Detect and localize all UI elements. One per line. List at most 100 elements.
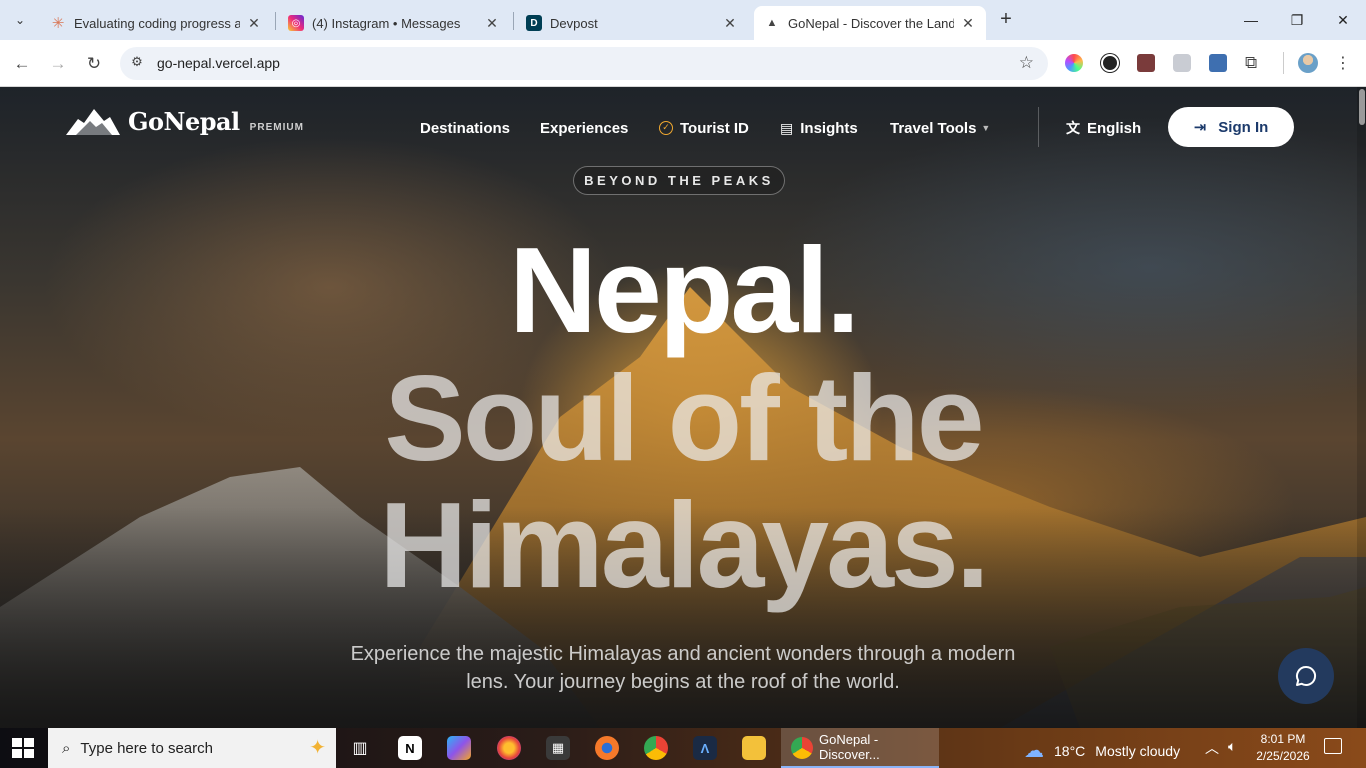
sign-in-label: Sign In bbox=[1218, 118, 1269, 136]
language-selector[interactable]: 文 English bbox=[1066, 117, 1141, 139]
extensions-puzzle-icon[interactable]: ⧉ bbox=[1245, 54, 1263, 72]
clock-time: 8:01 PM bbox=[1260, 732, 1306, 746]
back-button[interactable]: ← bbox=[8, 50, 36, 78]
active-window-title: GoNepal - Discover... bbox=[819, 732, 880, 762]
nav-label: Destinations bbox=[420, 119, 511, 137]
tab-devpost[interactable]: D Devpost ✕ bbox=[516, 6, 748, 40]
mountain-logo-icon bbox=[66, 109, 120, 135]
notion-icon[interactable]: N bbox=[398, 736, 422, 760]
chat-bubble-icon bbox=[1296, 665, 1317, 686]
weather-desc: Mostly cloudy bbox=[1095, 742, 1181, 759]
chrome-icon[interactable] bbox=[644, 736, 668, 760]
nav-tourist-id[interactable]: ✓ Tourist ID bbox=[659, 117, 749, 139]
tab-title: Devpost bbox=[550, 15, 598, 31]
weather-temp: 18°C bbox=[1054, 742, 1086, 759]
nav-experiences[interactable]: Experiences bbox=[540, 117, 628, 139]
address-bar[interactable]: ⚙ go-nepal.vercel.app ☆ bbox=[120, 47, 1048, 80]
hero-eyebrow-pill: BEYOND THE PEAKS bbox=[573, 166, 785, 195]
task-view-icon[interactable]: ▥ bbox=[348, 736, 372, 760]
devpost-icon: D bbox=[526, 15, 542, 31]
tab-title: (4) Instagram • Messages bbox=[312, 15, 461, 31]
minimize-button[interactable]: — bbox=[1228, 6, 1274, 34]
close-tab-icon[interactable]: ✕ bbox=[722, 15, 738, 32]
search-icon: ⌕ bbox=[62, 739, 71, 757]
browser-menu-icon[interactable]: ⋮ bbox=[1329, 50, 1357, 78]
newspaper-icon: ▤ bbox=[780, 119, 794, 136]
windows-start-icon[interactable] bbox=[12, 738, 34, 758]
restore-button[interactable]: ❐ bbox=[1274, 6, 1320, 34]
notification-center-icon[interactable] bbox=[1324, 738, 1342, 754]
tab-divider bbox=[275, 12, 276, 30]
weather-widget[interactable]: ☁ 18°C Mostly cloudy bbox=[1024, 738, 1180, 763]
chat-button[interactable] bbox=[1278, 648, 1334, 704]
close-window-button[interactable]: ✕ bbox=[1320, 6, 1366, 34]
chrome-icon bbox=[791, 737, 813, 759]
chevron-down-icon: ▼ bbox=[981, 123, 991, 133]
color-extension-icon[interactable] bbox=[1065, 54, 1083, 72]
nav-travel-tools[interactable]: Travel Tools ▼ bbox=[890, 117, 990, 139]
cube-extension-icon[interactable] bbox=[1209, 54, 1227, 72]
nav-label: Experiences bbox=[540, 119, 629, 137]
profile-avatar[interactable] bbox=[1298, 53, 1318, 73]
site-settings-icon[interactable]: ⚙ bbox=[128, 54, 146, 72]
scrollbar-thumb[interactable] bbox=[1359, 89, 1365, 125]
taskbar-active-chrome-window[interactable]: GoNepal - Discover... bbox=[781, 728, 939, 768]
hero-subtitle: Experience the majestic Himalayas and an… bbox=[350, 643, 1016, 693]
url-text: go-nepal.vercel.app bbox=[157, 55, 280, 71]
tab-title: Evaluating coding progress as a bbox=[74, 15, 240, 31]
close-tab-icon[interactable]: ✕ bbox=[246, 15, 262, 32]
file-explorer-icon[interactable] bbox=[742, 736, 766, 760]
browser-toolbar: ← → ↻ ⚙ go-nepal.vercel.app ☆ ⧉ ⋮ bbox=[0, 40, 1366, 87]
cloudy-weather-icon: ☁ bbox=[1024, 740, 1044, 762]
nav-label: Tourist ID bbox=[680, 119, 749, 137]
tab-instagram[interactable]: ◎ (4) Instagram • Messages ✕ bbox=[278, 6, 510, 40]
volume-icon[interactable]: 🔈︎ bbox=[1228, 738, 1236, 755]
reload-button[interactable]: ↻ bbox=[80, 50, 108, 78]
calendar-app-icon[interactable]: ▦ bbox=[546, 736, 570, 760]
tray-overflow-icon[interactable]: ︿ bbox=[1205, 738, 1219, 758]
tab-divider bbox=[513, 12, 514, 30]
sign-in-button[interactable]: ⇥ Sign In bbox=[1168, 107, 1294, 147]
system-clock[interactable]: 8:01 PM 2/25/2026 bbox=[1248, 731, 1318, 765]
language-label: English bbox=[1087, 119, 1142, 137]
shield-extension-icon[interactable] bbox=[1173, 54, 1191, 72]
nav-insights[interactable]: ▤ Insights bbox=[780, 117, 858, 139]
hero-section: GoNepal PREMIUM Destinations Experiences… bbox=[0, 87, 1366, 728]
windows-taskbar: ⌕ Type here to search ✦ ▥ N ▦ Λ GoNepal … bbox=[0, 728, 1366, 768]
new-tab-button[interactable]: + bbox=[994, 8, 1018, 32]
toolbar-divider bbox=[1283, 52, 1284, 74]
hero-title-line-3: Himalayas. bbox=[379, 477, 990, 613]
copilot-icon[interactable] bbox=[447, 736, 471, 760]
taskbar-search-box[interactable]: ⌕ Type here to search ✦ bbox=[48, 728, 336, 768]
claude-icon: ✳ bbox=[51, 15, 65, 32]
brand-name: GoNepal bbox=[128, 107, 240, 136]
forward-button[interactable]: → bbox=[44, 50, 72, 78]
sparkle-icon: ✦ bbox=[309, 737, 326, 759]
nav-destinations[interactable]: Destinations bbox=[420, 117, 510, 139]
game-extension-icon[interactable] bbox=[1137, 54, 1155, 72]
gonepal-icon: ▲ bbox=[766, 17, 778, 29]
site-logo[interactable]: GoNepal PREMIUM bbox=[66, 107, 304, 137]
hero-title-line-2: Soul of the bbox=[384, 350, 984, 486]
blender-icon[interactable] bbox=[595, 736, 619, 760]
clock-date: 2/25/2026 bbox=[1256, 749, 1310, 763]
tab-claude[interactable]: ✳ Evaluating coding progress as a ✕ bbox=[40, 6, 272, 40]
tab-title: GoNepal - Discover the Land of bbox=[788, 15, 954, 31]
nav-divider bbox=[1038, 107, 1039, 147]
translate-icon: 文 bbox=[1066, 120, 1080, 136]
wordpress-extension-icon[interactable] bbox=[1101, 54, 1119, 72]
bookmark-star-icon[interactable]: ☆ bbox=[1019, 53, 1034, 73]
instagram-icon: ◎ bbox=[288, 15, 304, 31]
arc-app-icon[interactable]: Λ bbox=[693, 736, 717, 760]
tab-gonepal[interactable]: ▲ GoNepal - Discover the Land of ✕ bbox=[754, 6, 986, 40]
close-tab-icon[interactable]: ✕ bbox=[960, 15, 976, 32]
tab-search-chevron-icon[interactable]: ⌄ bbox=[8, 8, 32, 32]
firefox-icon[interactable] bbox=[497, 736, 521, 760]
close-tab-icon[interactable]: ✕ bbox=[484, 15, 500, 32]
login-arrow-icon: ⇥ bbox=[1193, 119, 1207, 136]
brand-tag: PREMIUM bbox=[249, 122, 304, 133]
nav-label: Travel Tools bbox=[890, 119, 977, 137]
hero-title-line-1: Nepal. bbox=[508, 222, 860, 358]
search-placeholder: Type here to search bbox=[80, 739, 213, 757]
nav-label: Insights bbox=[800, 119, 858, 137]
